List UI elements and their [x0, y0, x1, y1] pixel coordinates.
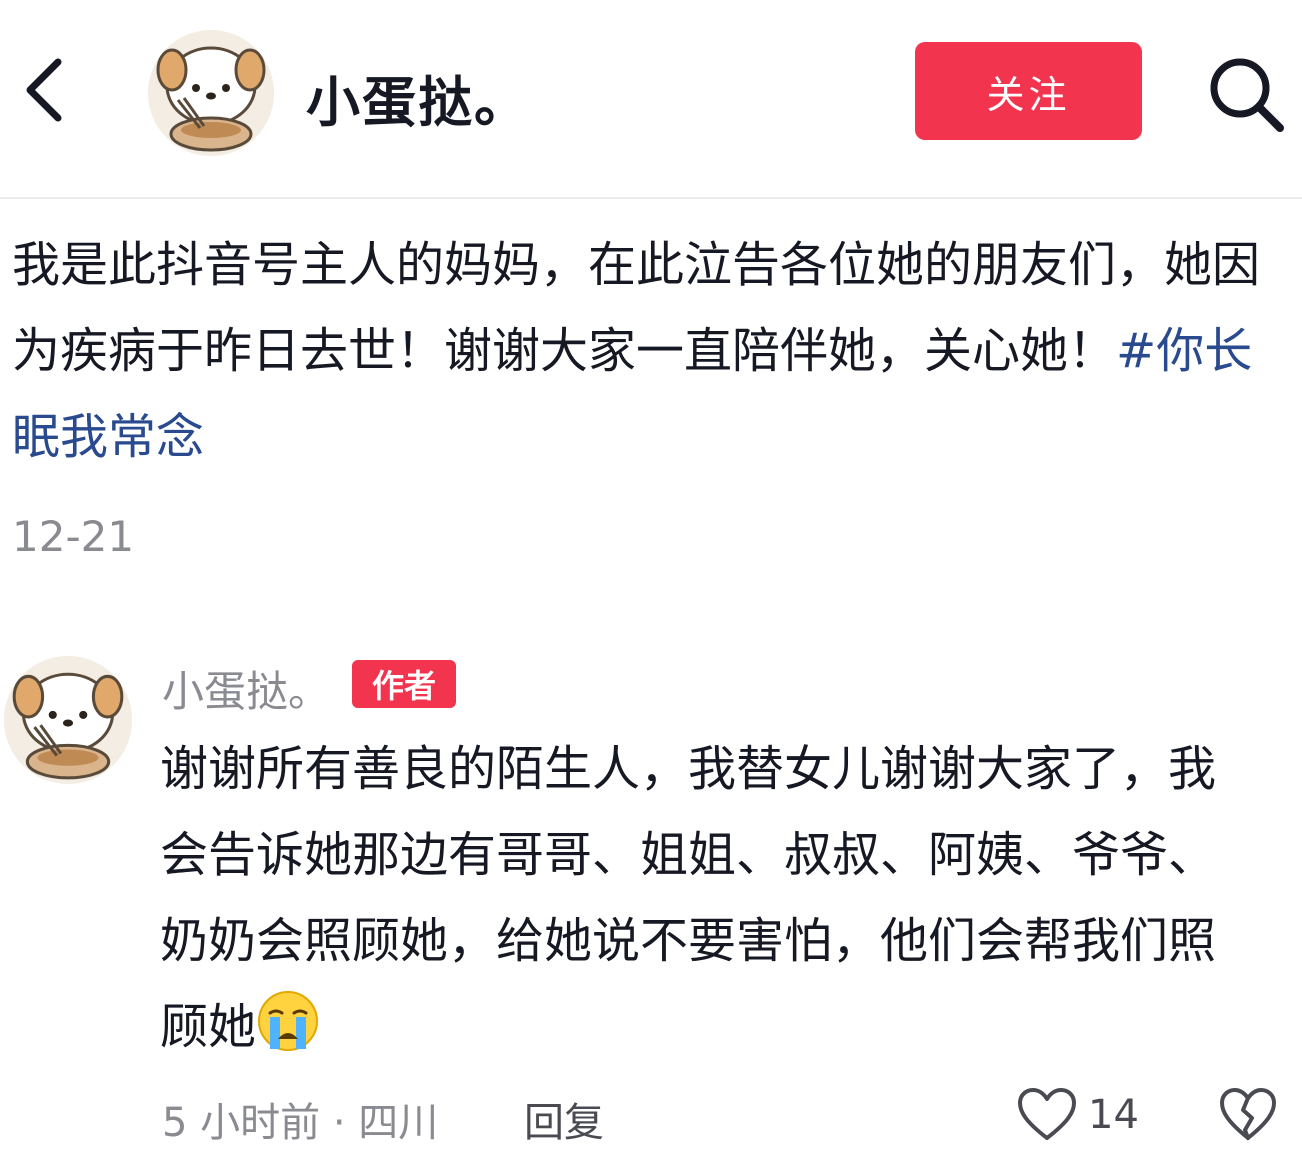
crying-face-icon: [258, 991, 319, 1051]
post-text: 我是此抖音号主人的妈妈，在此泣告各位她的朋友们，她因为疾病于昨日去世！谢谢大家一…: [12, 222, 1282, 480]
puppy-avatar-icon: [4, 656, 132, 784]
heart-outline-icon[interactable]: [1016, 1086, 1078, 1144]
author-badge: 作者: [352, 660, 456, 708]
puppy-avatar-icon: [148, 30, 274, 156]
like-count: 14: [1088, 1092, 1139, 1138]
comment-detail-page: 小蛋挞。 关注 我是此抖音号主人的妈妈，在此泣告各位她的朋友们，她因为疾病于昨日…: [0, 0, 1302, 1158]
header-username[interactable]: 小蛋挞。: [306, 58, 530, 137]
comment-meta: 5 小时前 · 四川: [162, 1100, 439, 1146]
comment-avatar[interactable]: [4, 656, 132, 784]
avatar[interactable]: [148, 30, 274, 156]
reply-button[interactable]: 回复: [524, 1090, 604, 1148]
broken-heart-icon[interactable]: [1218, 1086, 1278, 1144]
search-icon[interactable]: [1204, 52, 1288, 136]
header-divider: [0, 197, 1302, 199]
top-bar: 小蛋挞。 关注: [0, 0, 1302, 198]
post-date: 12-21: [12, 512, 135, 561]
comment-author[interactable]: 小蛋挞。: [162, 658, 330, 719]
post-body: 我是此抖音号主人的妈妈，在此泣告各位她的朋友们，她因为疾病于昨日去世！谢谢大家一…: [12, 237, 1261, 379]
comment-text: 谢谢所有善良的陌生人，我替女儿谢谢大家了，我会告诉她那边有哥哥、姐姐、叔叔、阿姨…: [160, 726, 1250, 1070]
follow-button[interactable]: 关注: [915, 42, 1142, 140]
chevron-left-icon[interactable]: [20, 52, 70, 128]
